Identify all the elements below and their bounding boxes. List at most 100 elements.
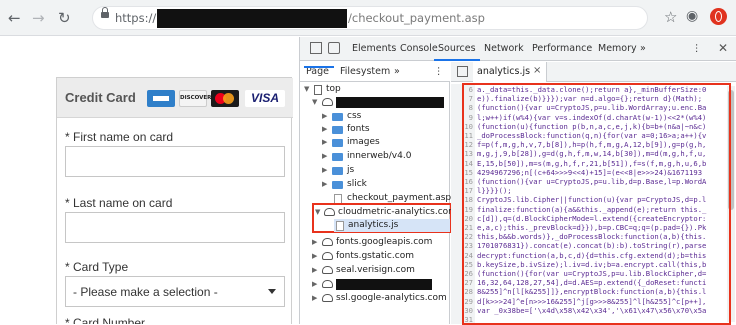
- domain-label: fonts.gstatic.com: [336, 251, 414, 261]
- expand-arrow-icon: ▼: [315, 208, 321, 216]
- star-icon[interactable]: ☆: [664, 8, 677, 26]
- folder-label: innerweb/v4.0: [347, 151, 412, 161]
- devtools-tabbar: Elements Console Sources Network Perform…: [300, 37, 736, 61]
- first-name-input[interactable]: [65, 146, 285, 177]
- tree-top-label: top: [326, 84, 341, 94]
- tab-performance[interactable]: Performance: [532, 43, 592, 54]
- cloud-icon: [322, 238, 333, 246]
- tree-domain-verisign[interactable]: ▶ seal.verisign.com: [300, 264, 450, 277]
- reload-icon[interactable]: ↻: [58, 8, 71, 28]
- sources-navigator: Page Filesystem » ⋮ ▼ top ▼ ▶ css ▶ font…: [300, 62, 457, 324]
- browser-window: ← → ↻ https:// /checkout_payment.asp ☆ ◉…: [0, 0, 736, 325]
- folder-icon: [332, 113, 343, 121]
- last-name-input[interactable]: [65, 212, 285, 243]
- collapse-arrow-icon: ▶: [312, 280, 318, 288]
- collapse-arrow-icon: ▶: [312, 252, 318, 260]
- folder-label: images: [347, 137, 380, 147]
- more-tabs-button[interactable]: »: [640, 43, 646, 54]
- tree-domain-gstatic[interactable]: ▶ fonts.gstatic.com: [300, 250, 450, 263]
- tab-console[interactable]: Console: [400, 43, 438, 54]
- editor-tabbar: analytics.js ×: [451, 62, 736, 82]
- tree-domain-googleapis[interactable]: ▶ fonts.googleapis.com: [300, 236, 450, 249]
- tree-folder-innerweb[interactable]: ▶ innerweb/v4.0: [300, 150, 450, 163]
- tree-domain-redacted[interactable]: ▶: [300, 278, 450, 291]
- domain-label: ssl.google-analytics.com: [336, 293, 447, 303]
- highlight-box-code: [462, 83, 731, 325]
- folder-icon: [332, 167, 343, 175]
- lock-icon: [101, 7, 109, 18]
- folder-label: fonts: [347, 124, 370, 134]
- tab-memory[interactable]: Memory: [598, 43, 637, 54]
- tree-top[interactable]: ▼ top: [300, 83, 450, 96]
- collapse-arrow-icon: ▶: [312, 266, 318, 274]
- domain-label: seal.verisign.com: [336, 265, 415, 275]
- navigator-tabs: Page Filesystem » ⋮: [300, 62, 450, 82]
- folder-label: css: [347, 111, 362, 121]
- editor-tab-label: analytics.js: [477, 66, 531, 77]
- code-editor: analytics.js × 6 a._data=this._data.clone…: [451, 62, 736, 325]
- cloud-icon: [324, 208, 335, 216]
- redacted-domain: [336, 279, 432, 290]
- device-toolbar-icon[interactable]: [328, 42, 340, 54]
- close-icon[interactable]: ×: [533, 65, 541, 76]
- tab-elements[interactable]: Elements: [352, 43, 396, 54]
- domain-label: fonts.googleapis.com: [336, 237, 433, 247]
- collapse-arrow-icon: ▶: [322, 125, 328, 133]
- tree-folder-css[interactable]: ▶ css: [300, 110, 450, 123]
- back-arrow-icon[interactable]: ←: [8, 8, 21, 28]
- tree-folder-fonts[interactable]: ▶ fonts: [300, 123, 450, 136]
- tree-domain-cloudmetric[interactable]: ▼ cloudmetric-analytics.com: [300, 206, 457, 219]
- collapse-arrow-icon: ▶: [322, 138, 328, 146]
- collapse-arrow-icon: ▶: [312, 238, 318, 246]
- collapse-arrow-icon: ▶: [322, 152, 328, 160]
- active-subtab-indicator: [304, 66, 334, 68]
- opera-icon[interactable]: [710, 8, 727, 25]
- file-icon: [336, 221, 344, 231]
- frame-icon: [314, 85, 322, 95]
- folder-label: js: [347, 165, 355, 175]
- expand-arrow-icon: ▼: [304, 85, 310, 93]
- folder-icon: [332, 153, 343, 161]
- tree-folder-js[interactable]: ▶ js: [300, 164, 450, 177]
- inspect-element-icon[interactable]: [310, 42, 322, 54]
- subtab-filesystem[interactable]: Filesystem: [340, 66, 390, 77]
- folder-icon: [332, 126, 343, 134]
- tree-folder-slick[interactable]: ▶ slick: [300, 178, 450, 191]
- folder-label: slick: [347, 179, 367, 189]
- card-type-select[interactable]: - Please make a selection -: [65, 276, 285, 307]
- active-tab-indicator: [434, 59, 480, 61]
- subtab-more[interactable]: »: [394, 66, 400, 77]
- amex-logo: [147, 90, 175, 107]
- chevron-down-icon: [268, 289, 276, 294]
- redacted-domain: [157, 9, 347, 28]
- kebab-menu-icon[interactable]: ⋮: [692, 43, 702, 54]
- forward-arrow-icon[interactable]: →: [32, 8, 45, 28]
- editor-tab-analytics[interactable]: analytics.js ×: [473, 62, 547, 82]
- cloud-icon: [322, 252, 333, 260]
- cloud-icon: [322, 98, 333, 106]
- tree-redacted-domain[interactable]: ▼: [300, 96, 450, 109]
- first-name-label: * First name on card: [65, 130, 174, 144]
- domain-label: cloudmetric-analytics.com: [338, 207, 457, 217]
- tab-sources[interactable]: Sources: [438, 43, 476, 54]
- visa-logo: VISA: [245, 90, 285, 107]
- discover-logo: DISCOVER: [179, 90, 211, 107]
- close-icon[interactable]: ✕: [718, 41, 728, 55]
- browser-toolbar: ← → ↻ https:// /checkout_payment.asp ☆ ◉: [0, 0, 736, 36]
- cloud-icon: [322, 280, 333, 288]
- folder-icon: [332, 181, 343, 189]
- card-type-label: * Card Type: [65, 260, 129, 274]
- toggle-navigator-icon[interactable]: [457, 66, 468, 77]
- card-type-value: - Please make a selection -: [73, 285, 218, 299]
- tab-network[interactable]: Network: [484, 43, 524, 54]
- address-bar[interactable]: https:// /checkout_payment.asp: [92, 6, 648, 30]
- account-icon[interactable]: ◉: [686, 8, 698, 24]
- credit-card-header: Credit Card DISCOVER VISA: [57, 78, 293, 118]
- tree-file-analytics[interactable]: analytics.js: [300, 219, 450, 232]
- tree-domain-ga[interactable]: ▶ ssl.google-analytics.com: [300, 292, 450, 305]
- last-name-label: * Last name on card: [65, 196, 173, 210]
- collapse-arrow-icon: ▶: [312, 294, 318, 302]
- devtools-panel: Elements Console Sources Network Perform…: [299, 37, 736, 325]
- tree-folder-images[interactable]: ▶ images: [300, 136, 450, 149]
- navigator-menu-icon[interactable]: ⋮: [434, 66, 444, 77]
